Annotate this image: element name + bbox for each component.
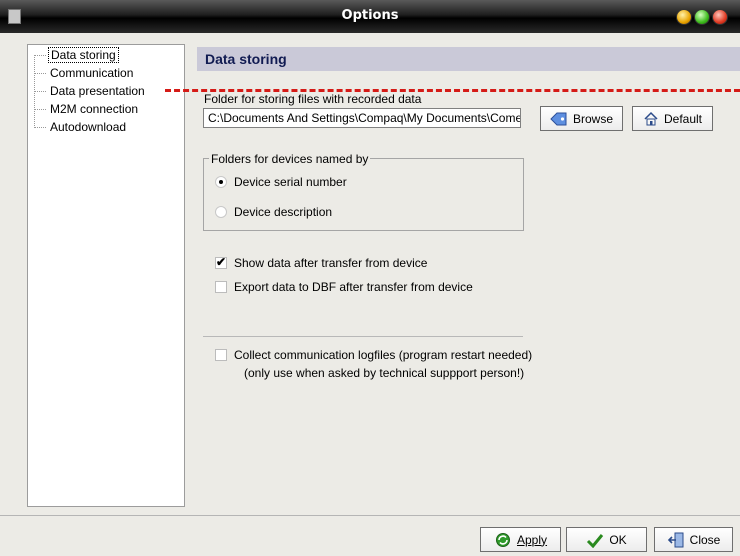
show-data-label[interactable]: Show data after transfer from device [234, 256, 427, 270]
export-dbf-checkbox[interactable] [215, 281, 227, 293]
section-title: Data storing [205, 51, 287, 67]
tree-item-communication[interactable]: Communication [34, 65, 135, 81]
export-dbf-label[interactable]: Export data to DBF after transfer from d… [234, 280, 473, 294]
tree-item-label: M2M connection [50, 102, 139, 116]
exit-door-icon [667, 532, 685, 548]
apply-button[interactable]: Apply [480, 527, 561, 552]
radio-description-label[interactable]: Device description [234, 205, 332, 219]
browse-button[interactable]: Browse [540, 106, 623, 131]
options-window: Options Data storing Communication Data … [0, 0, 740, 556]
separator [203, 336, 523, 337]
minimize-button[interactable] [676, 9, 692, 25]
radio-serial-label[interactable]: Device serial number [234, 175, 347, 189]
section-header: Data storing [197, 47, 740, 71]
close-button[interactable]: Close [654, 527, 733, 552]
radio-serial-number[interactable] [215, 176, 227, 188]
ok-button[interactable]: OK [566, 527, 647, 552]
maximize-button[interactable] [694, 9, 710, 25]
close-label: Close [689, 532, 721, 547]
ok-label: OK [609, 532, 627, 547]
tag-icon [550, 111, 568, 127]
tree-item-autodownload[interactable]: Autodownload [34, 119, 128, 135]
logfiles-checkbox[interactable] [215, 349, 227, 361]
footer-divider [0, 515, 740, 516]
folders-naming-group [203, 158, 524, 231]
tree-item-data-storing[interactable]: Data storing [34, 47, 119, 63]
tree-item-label: Data storing [48, 47, 119, 63]
browse-label: Browse [572, 111, 613, 126]
window-title: Options [341, 8, 399, 23]
folder-path-input[interactable]: C:\Documents And Settings\Compaq\My Docu… [203, 108, 521, 128]
tree-item-label: Autodownload [50, 120, 127, 134]
close-window-button[interactable] [712, 9, 728, 25]
logfiles-label[interactable]: Collect communication logfiles (program … [234, 348, 532, 362]
refresh-icon [494, 532, 512, 548]
tree-item-label: Data presentation [50, 84, 145, 98]
tree-item-data-presentation[interactable]: Data presentation [34, 83, 147, 99]
title-bar[interactable]: Options [0, 0, 740, 33]
group-title: Folders for devices named by [209, 152, 371, 166]
logfiles-note: (only use when asked by technical supppo… [244, 366, 525, 380]
show-data-checkbox[interactable]: ✔ [215, 255, 227, 269]
radio-description[interactable] [215, 206, 227, 218]
options-tree[interactable]: Data storing Communication Data presenta… [27, 44, 185, 507]
tree-item-m2m-connection[interactable]: M2M connection [34, 101, 140, 117]
folder-label: Folder for storing files with recorded d… [204, 92, 422, 106]
home-icon [643, 111, 659, 127]
checkmark-icon [586, 532, 604, 548]
apply-label: Apply [516, 532, 548, 547]
default-button[interactable]: Default [632, 106, 713, 131]
checkmark-icon: ✔ [216, 255, 227, 269]
default-label: Default [663, 111, 703, 126]
tree-item-label: Communication [50, 66, 134, 80]
